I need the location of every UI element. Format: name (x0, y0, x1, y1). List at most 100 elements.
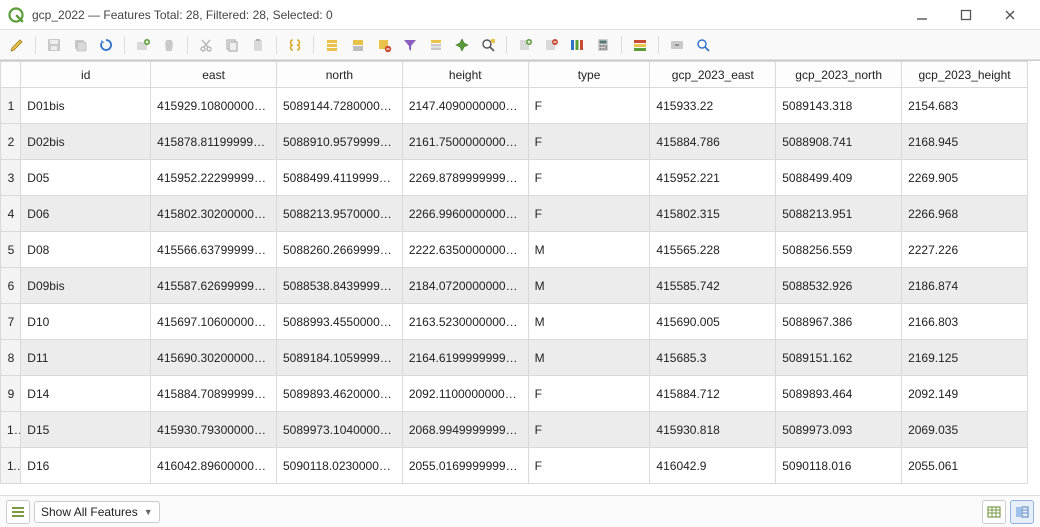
cell-north[interactable]: 5088993.4550000000... (277, 304, 403, 340)
cell-id[interactable]: D08 (21, 232, 151, 268)
conditional-formatting-button[interactable] (629, 34, 651, 56)
table-row[interactable]: 3D05415952.22299999999...5088499.4119999… (1, 160, 1028, 196)
cell-gcp-2023-height[interactable]: 2266.968 (902, 196, 1028, 232)
cut-button[interactable] (195, 34, 217, 56)
header-type[interactable]: type (528, 62, 650, 88)
cell-height[interactable]: 2164.619999999999891 (402, 340, 528, 376)
cell-type[interactable]: F (528, 376, 650, 412)
cell-gcp-2023-east[interactable]: 415802.315 (650, 196, 776, 232)
cell-height[interactable]: 2092.110000000000127 (402, 376, 528, 412)
cell-gcp-2023-height[interactable]: 2169.125 (902, 340, 1028, 376)
cell-height[interactable]: 2161.750000000000000 (402, 124, 528, 160)
cell-height[interactable]: 2068.994999999999891 (402, 412, 528, 448)
cell-gcp-2023-height[interactable]: 2227.226 (902, 232, 1028, 268)
cell-type[interactable]: F (528, 88, 650, 124)
cell-east[interactable]: 415884.70899999997... (151, 376, 277, 412)
cell-id[interactable]: D06 (21, 196, 151, 232)
table-row[interactable]: 8D11415690.30200000002...5089184.1059999… (1, 340, 1028, 376)
header-east[interactable]: east (151, 62, 277, 88)
add-feature-button[interactable] (132, 34, 154, 56)
cell-gcp-2023-east[interactable]: 415690.005 (650, 304, 776, 340)
table-row[interactable]: 7D10415697.10600000002...5088993.4550000… (1, 304, 1028, 340)
cell-id[interactable]: D10 (21, 304, 151, 340)
cell-id[interactable]: D11 (21, 340, 151, 376)
cell-east[interactable]: 415566.63799999997... (151, 232, 277, 268)
cell-height[interactable]: 2163.523000000000138 (402, 304, 528, 340)
row-number[interactable]: 4 (1, 196, 21, 232)
header-corner[interactable] (1, 62, 21, 88)
header-height[interactable]: height (402, 62, 528, 88)
delete-selected-button[interactable] (158, 34, 180, 56)
cell-gcp-2023-east[interactable]: 415933.22 (650, 88, 776, 124)
header-id[interactable]: id (21, 62, 151, 88)
cell-id[interactable]: D01bis (21, 88, 151, 124)
switch-form-view-button[interactable] (1010, 500, 1034, 524)
cell-gcp-2023-north[interactable]: 5088967.386 (776, 304, 902, 340)
cell-id[interactable]: D15 (21, 412, 151, 448)
toggle-editing-button[interactable] (6, 34, 28, 56)
table-row[interactable]: 4D06415802.30200000002...5088213.9570000… (1, 196, 1028, 232)
cell-gcp-2023-height[interactable]: 2092.149 (902, 376, 1028, 412)
paste-button[interactable] (247, 34, 269, 56)
table-row[interactable]: 6D09bis415587.62699999997...5088538.8439… (1, 268, 1028, 304)
cell-north[interactable]: 5089144.7280000001... (277, 88, 403, 124)
cell-north[interactable]: 5088538.8439999995... (277, 268, 403, 304)
cell-gcp-2023-east[interactable]: 415884.786 (650, 124, 776, 160)
cell-east[interactable]: 415878.81199999997... (151, 124, 277, 160)
field-calculator-button[interactable] (592, 34, 614, 56)
cell-gcp-2023-east[interactable]: 415884.712 (650, 376, 776, 412)
row-number[interactable]: 8 (1, 340, 21, 376)
cell-gcp-2023-north[interactable]: 5089151.162 (776, 340, 902, 376)
cell-type[interactable]: M (528, 268, 650, 304)
cell-north[interactable]: 5089973.1040000002... (277, 412, 403, 448)
header-gcp-2023-north[interactable]: gcp_2023_north (776, 62, 902, 88)
row-number[interactable]: 1 (1, 88, 21, 124)
table-row[interactable]: 5D08415566.63799999997...5088260.2669999… (1, 232, 1028, 268)
pan-to-selected-button[interactable] (451, 34, 473, 56)
cell-type[interactable]: F (528, 412, 650, 448)
cell-gcp-2023-height[interactable]: 2055.061 (902, 448, 1028, 484)
cell-east[interactable]: 415587.62699999997... (151, 268, 277, 304)
feature-filter-select[interactable]: Show All Features ▼ (34, 501, 160, 523)
cell-type[interactable]: F (528, 124, 650, 160)
cell-gcp-2023-north[interactable]: 5088532.926 (776, 268, 902, 304)
cell-gcp-2023-height[interactable]: 2069.035 (902, 412, 1028, 448)
new-field-button[interactable] (514, 34, 536, 56)
cell-north[interactable]: 5088910.9579999996... (277, 124, 403, 160)
cell-gcp-2023-height[interactable]: 2154.683 (902, 88, 1028, 124)
table-row[interactable]: 10D15415930.79300000000...5089973.104000… (1, 412, 1028, 448)
select-all-button[interactable] (321, 34, 343, 56)
cell-gcp-2023-east[interactable]: 416042.9 (650, 448, 776, 484)
cell-east[interactable]: 415930.79300000000... (151, 412, 277, 448)
cell-id[interactable]: D14 (21, 376, 151, 412)
cell-id[interactable]: D05 (21, 160, 151, 196)
cell-north[interactable]: 5089184.1059999996... (277, 340, 403, 376)
cell-east[interactable]: 415929.10800000000... (151, 88, 277, 124)
cell-gcp-2023-height[interactable]: 2186.874 (902, 268, 1028, 304)
cell-gcp-2023-east[interactable]: 415685.3 (650, 340, 776, 376)
multi-save-button[interactable] (69, 34, 91, 56)
save-edits-button[interactable] (43, 34, 65, 56)
cell-gcp-2023-north[interactable]: 5090118.016 (776, 448, 902, 484)
attribute-table-scroll[interactable]: id east north height type gcp_2023_east … (0, 60, 1040, 495)
reload-button[interactable] (95, 34, 117, 56)
table-row[interactable]: 9D14415884.70899999997...5089893.4620000… (1, 376, 1028, 412)
row-number[interactable]: 7 (1, 304, 21, 340)
header-gcp-2023-height[interactable]: gcp_2023_height (902, 62, 1028, 88)
actions-button[interactable] (666, 34, 688, 56)
row-number[interactable]: 9 (1, 376, 21, 412)
row-number[interactable]: 2 (1, 124, 21, 160)
cell-type[interactable]: F (528, 160, 650, 196)
minimize-button[interactable] (900, 1, 944, 29)
cell-id[interactable]: D16 (21, 448, 151, 484)
row-number[interactable]: 6 (1, 268, 21, 304)
cell-id[interactable]: D09bis (21, 268, 151, 304)
row-number[interactable]: 3 (1, 160, 21, 196)
cell-type[interactable]: M (528, 340, 650, 376)
cell-north[interactable]: 5089893.4620000002... (277, 376, 403, 412)
organize-columns-button[interactable] (566, 34, 588, 56)
filter-menu-button[interactable] (6, 500, 30, 524)
cell-height[interactable]: 2222.635000000000218 (402, 232, 528, 268)
cell-gcp-2023-north[interactable]: 5088213.951 (776, 196, 902, 232)
cell-type[interactable]: M (528, 232, 650, 268)
